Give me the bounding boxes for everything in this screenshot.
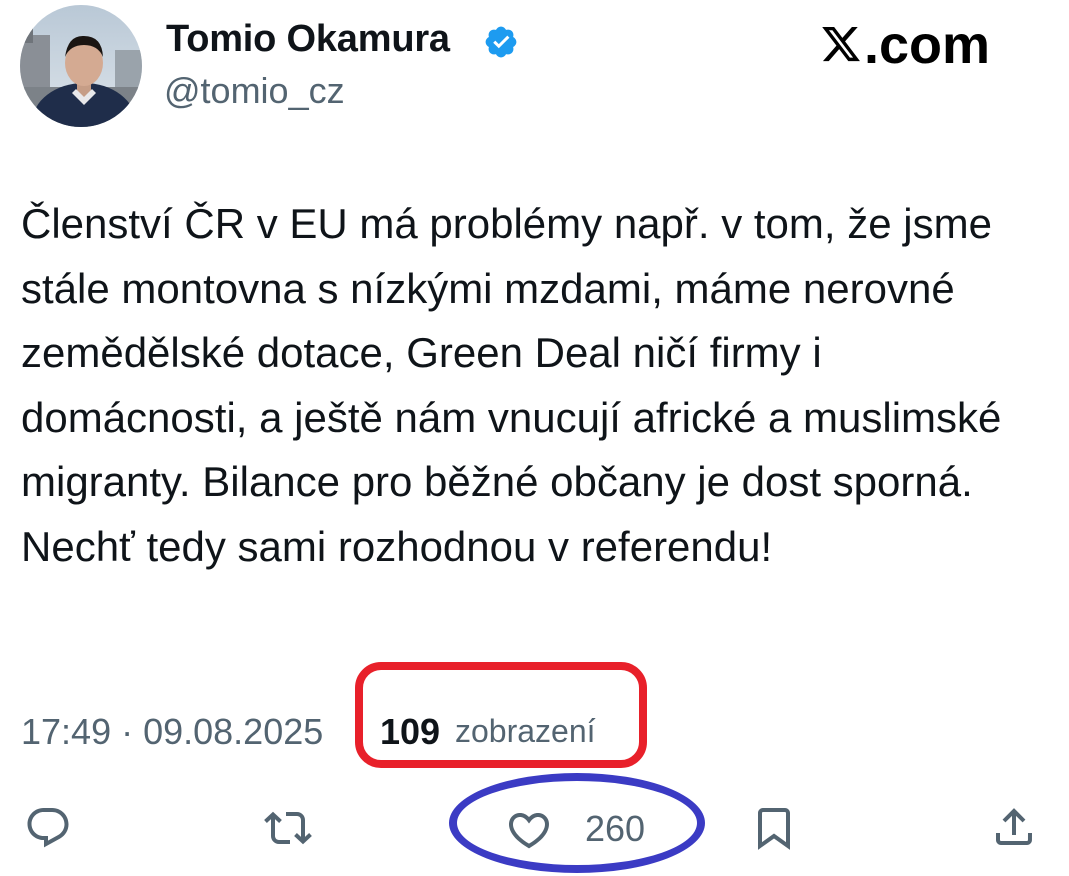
verified-badge-icon [483,24,519,60]
likes-highlight-ellipse [449,773,705,873]
retweet-button[interactable] [262,804,314,852]
tweet-timestamp[interactable]: 17:49 · 09.08.2025 [21,711,323,753]
x-com-logo: .com [818,13,1018,75]
tweet-text: Členství ČR v EU má problémy např. v tom… [21,200,1002,570]
reply-button[interactable] [24,804,72,852]
reply-icon [27,808,69,848]
author-handle[interactable]: @tomio_cz [164,70,345,112]
logo-text: .com [864,15,990,75]
bookmark-icon [758,808,790,850]
avatar[interactable] [20,5,142,127]
author-name[interactable]: Tomio Okamura [166,18,450,61]
bookmark-button[interactable] [750,802,798,854]
share-button[interactable] [990,802,1038,852]
share-icon [996,808,1032,845]
views-highlight-box [355,662,647,768]
retweet-icon [264,811,312,845]
x-logo-icon [822,26,860,62]
